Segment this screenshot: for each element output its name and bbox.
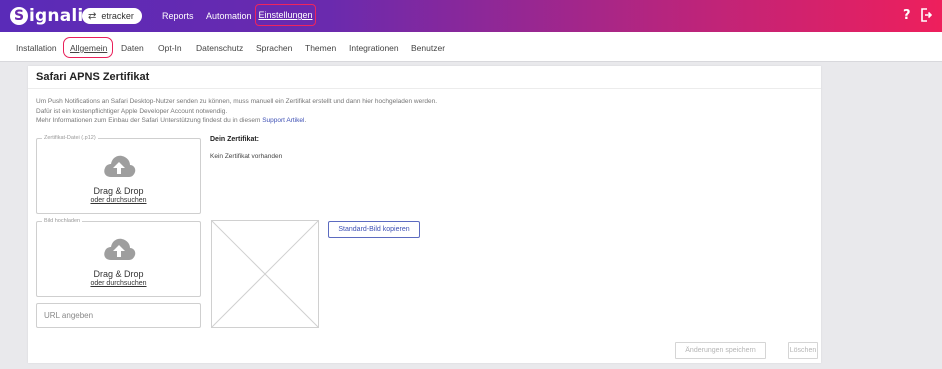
nav-automation[interactable]: Automation xyxy=(206,0,252,32)
delete-button[interactable]: Löschen xyxy=(788,342,818,359)
swap-arrows-icon: ⇄ xyxy=(88,10,97,22)
certificate-dropzone[interactable]: Zertifikat-Datei (.p12) Drag & Drop oder… xyxy=(36,135,201,214)
description-link-prefix: Mehr Informationen zum Einbau der Safari… xyxy=(36,117,263,124)
url-input[interactable] xyxy=(36,303,201,328)
safari-apns-card: Safari APNS Zertifikat Um Push Notificat… xyxy=(28,66,821,363)
description-line-1: Um Push Notifications an Safari Desktop-… xyxy=(36,98,438,105)
image-browse-link[interactable]: oder durchsuchen xyxy=(37,280,200,287)
cloud-upload-icon xyxy=(104,155,136,177)
tab-integrationen[interactable]: Integrationen xyxy=(349,43,399,53)
tab-themen[interactable]: Themen xyxy=(305,43,336,53)
tab-installation[interactable]: Installation xyxy=(16,43,57,53)
nav-automation-label: Automation xyxy=(206,11,252,21)
nav-einstellungen-label: Einstellungen xyxy=(258,10,313,20)
divider xyxy=(28,88,821,89)
image-dropzone[interactable]: Bild hochladen Drag & Drop oder durchsuc… xyxy=(36,218,201,297)
certificate-value: Kein Zertifikat vorhanden xyxy=(210,153,283,160)
tab-benutzer[interactable]: Benutzer xyxy=(411,43,445,53)
nav-einstellungen[interactable]: Einstellungen xyxy=(255,4,316,26)
project-switcher[interactable]: ⇄ etracker xyxy=(82,8,142,24)
top-bar: S ignalize ⇄ etracker Reports Automation… xyxy=(0,0,942,32)
project-name: etracker xyxy=(101,11,134,21)
tab-datenschutz[interactable]: Datenschutz xyxy=(196,43,243,53)
card-title: Safari APNS Zertifikat xyxy=(36,71,150,83)
certificate-label: Dein Zertifikat: xyxy=(210,136,260,143)
tab-opt-in[interactable]: Opt-In xyxy=(158,43,182,53)
active-tab-highlight xyxy=(63,37,113,58)
logout-icon[interactable] xyxy=(920,8,932,22)
copy-standard-image-button[interactable]: Standard-Bild kopieren xyxy=(328,221,420,238)
certificate-dropzone-title: Drag & Drop xyxy=(93,186,144,196)
image-dropzone-legend: Bild hochladen xyxy=(42,218,83,224)
cloud-upload-icon xyxy=(104,238,136,260)
certificate-browse-link[interactable]: oder durchsuchen xyxy=(37,197,200,204)
nav-reports-label: Reports xyxy=(162,11,194,21)
image-dropzone-title: Drag & Drop xyxy=(93,269,144,279)
description-line-2: Dafür ist ein kostenpflichtiger Apple De… xyxy=(36,108,228,115)
tab-daten[interactable]: Daten xyxy=(121,43,144,53)
save-changes-button[interactable]: Änderungen speichern xyxy=(675,342,766,359)
description-line-3: Mehr Informationen zum Einbau der Safari… xyxy=(36,117,306,124)
settings-subnav: Installation Allgemein Daten Opt-In Date… xyxy=(0,32,942,62)
description-link-suffix: . xyxy=(304,117,307,124)
nav-reports[interactable]: Reports xyxy=(162,0,194,32)
tab-sprachen[interactable]: Sprachen xyxy=(256,43,292,53)
certificate-dropzone-legend: Zertifikat-Datei (.p12) xyxy=(42,135,98,141)
help-icon[interactable]: ? xyxy=(903,8,911,23)
support-article-link[interactable]: Support Artikel xyxy=(262,117,304,124)
image-placeholder xyxy=(211,220,319,328)
logo-mark: S xyxy=(10,7,28,25)
